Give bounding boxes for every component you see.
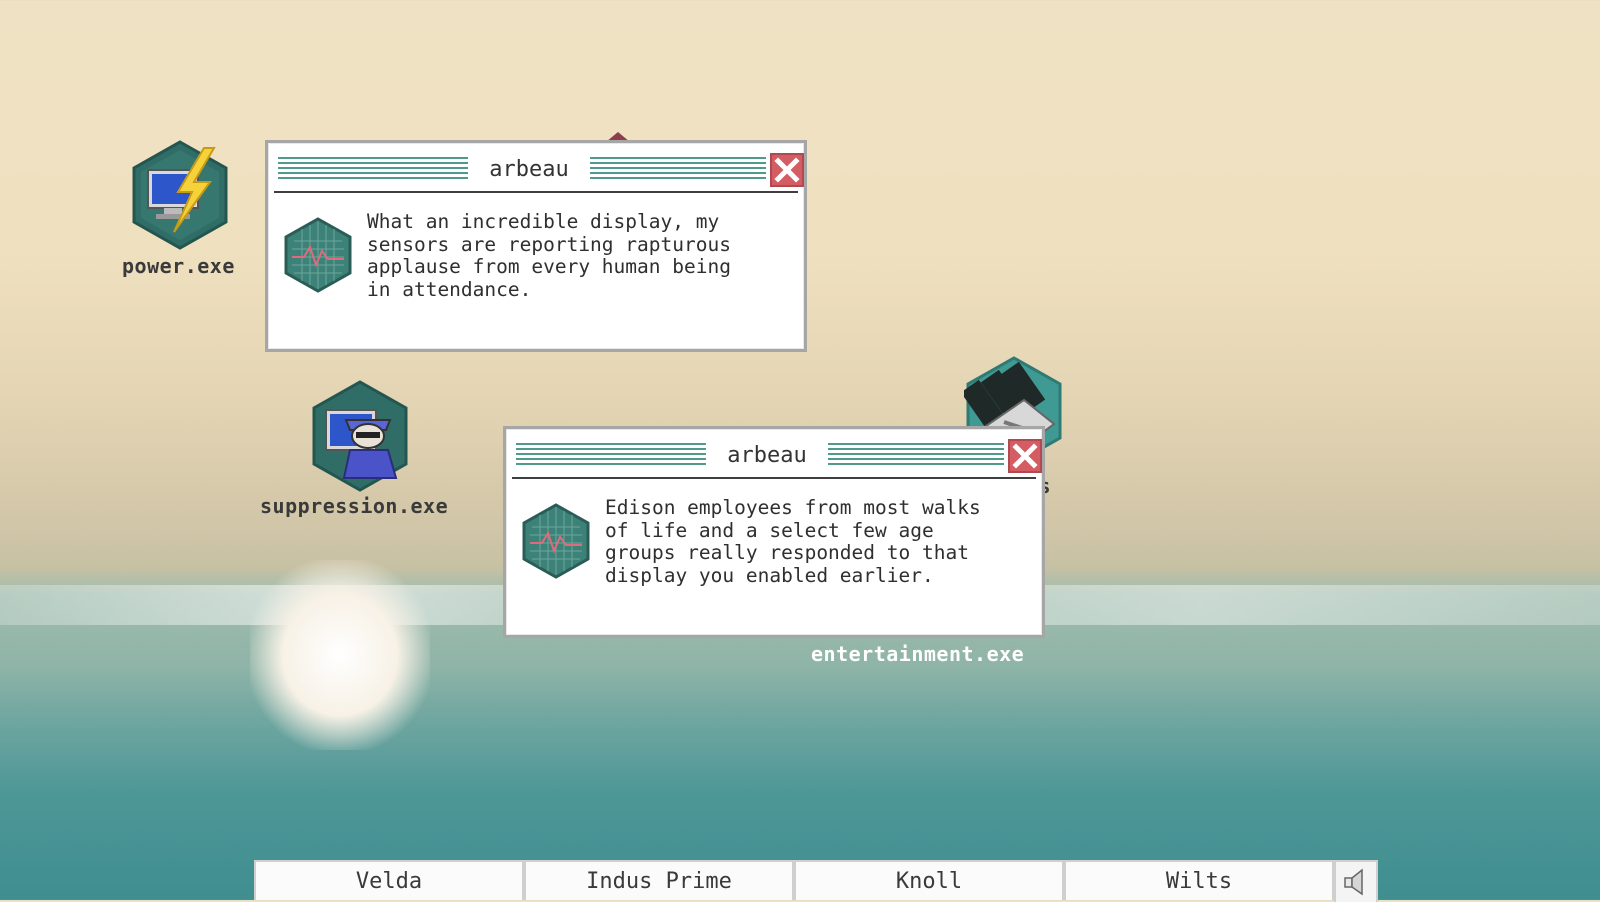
taskbar-tab-indus-prime[interactable]: Indus Prime [524,860,794,900]
desktop-icon-label: entertainment.exe [811,642,1025,666]
window-title: arbeau [489,157,569,182]
desktop-icon-power[interactable]: power.exe [118,140,248,290]
power-icon [130,140,230,254]
speaker-button[interactable] [1334,860,1378,902]
titlebar-stripes [516,443,706,467]
close-icon [774,157,800,183]
taskbar: Velda Indus Prime Knoll Wilts [254,860,1378,902]
close-button[interactable] [1008,439,1042,473]
dialog-window[interactable]: arbeau Edison employees from most walks … [503,426,1045,638]
desktop-icon-label: suppression.exe [260,494,449,518]
close-icon [1012,443,1038,469]
dialog-message: What an incredible display, my sensors a… [367,210,731,301]
taskbar-tab-knoll[interactable]: Knoll [794,860,1064,900]
taskbar-tab-wilts[interactable]: Wilts [1064,860,1334,900]
window-titlebar[interactable]: arbeau [274,151,804,193]
desktop-icon-label: power.exe [122,254,235,278]
taskbar-tab-velda[interactable]: Velda [254,860,524,900]
window-title: arbeau [727,443,807,468]
sun-reflection [250,560,430,750]
titlebar-stripes [828,443,1004,467]
suppression-icon [310,380,410,496]
titlebar-stripes [590,157,766,181]
dialog-window[interactable]: arbeau What an incredible display, my se… [265,140,807,352]
waveform-hex-icon [522,503,590,583]
close-button[interactable] [770,153,804,187]
titlebar-stripes [278,157,468,181]
waveform-hex-icon [284,217,352,297]
speaker-icon [1344,868,1363,896]
desktop-icon-suppression[interactable]: suppression.exe [256,380,466,530]
dialog-message: Edison employees from most walks of life… [605,496,981,587]
window-titlebar[interactable]: arbeau [512,437,1042,479]
